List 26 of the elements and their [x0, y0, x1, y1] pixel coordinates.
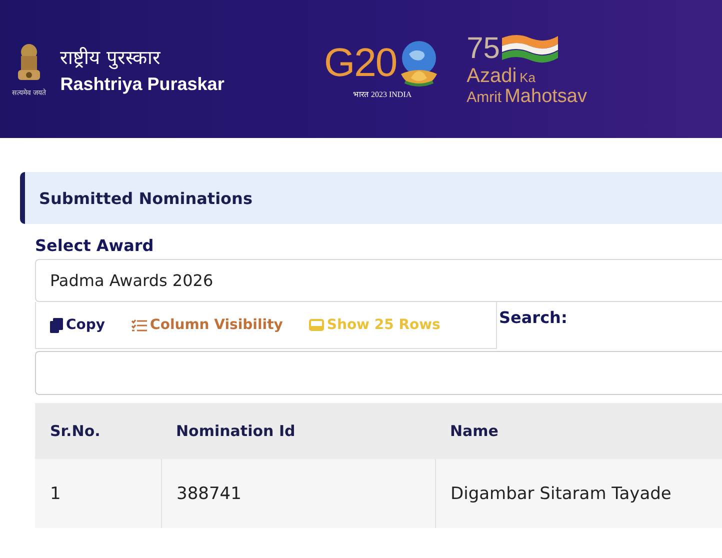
column-header: Sr.No. — [35, 403, 161, 459]
g20-mark: G20 — [324, 41, 397, 86]
table-icon — [308, 319, 324, 331]
award-select[interactable]: Padma Awards 2026 — [35, 259, 722, 302]
table-cell: 1 — [35, 459, 161, 528]
card-title: Submitted Nominations — [39, 188, 252, 208]
flag-icon — [500, 34, 560, 64]
site-title: Rashtriya Puraskar — [60, 74, 224, 94]
field-label: Select Award — [35, 236, 155, 255]
amrit-text: Ka — [520, 70, 536, 84]
column-header: Nomination Id — [161, 403, 435, 459]
columns-button[interactable]: Column Visibility — [127, 315, 287, 335]
checklist-icon — [131, 318, 148, 332]
amrit-text: Mahotsav — [504, 86, 587, 106]
g20-caption: भारत 2023 INDIA — [352, 88, 412, 98]
site-title-hindi: राष्ट्रीय पुरस्कार — [60, 46, 162, 70]
amrit-text: Amrit — [466, 90, 502, 106]
table-cell: Digambar Sitaram Tayade — [435, 459, 722, 528]
search-label: Search: — [499, 308, 568, 327]
search-field[interactable] — [35, 351, 722, 395]
table-cell: 388741 — [161, 459, 435, 528]
copy-icon — [50, 318, 63, 332]
amrit-text: Azadi — [466, 66, 517, 87]
amrit-number: 75 — [466, 32, 500, 66]
copy-button[interactable]: Copy — [46, 315, 110, 335]
column-header: Name — [435, 403, 722, 459]
